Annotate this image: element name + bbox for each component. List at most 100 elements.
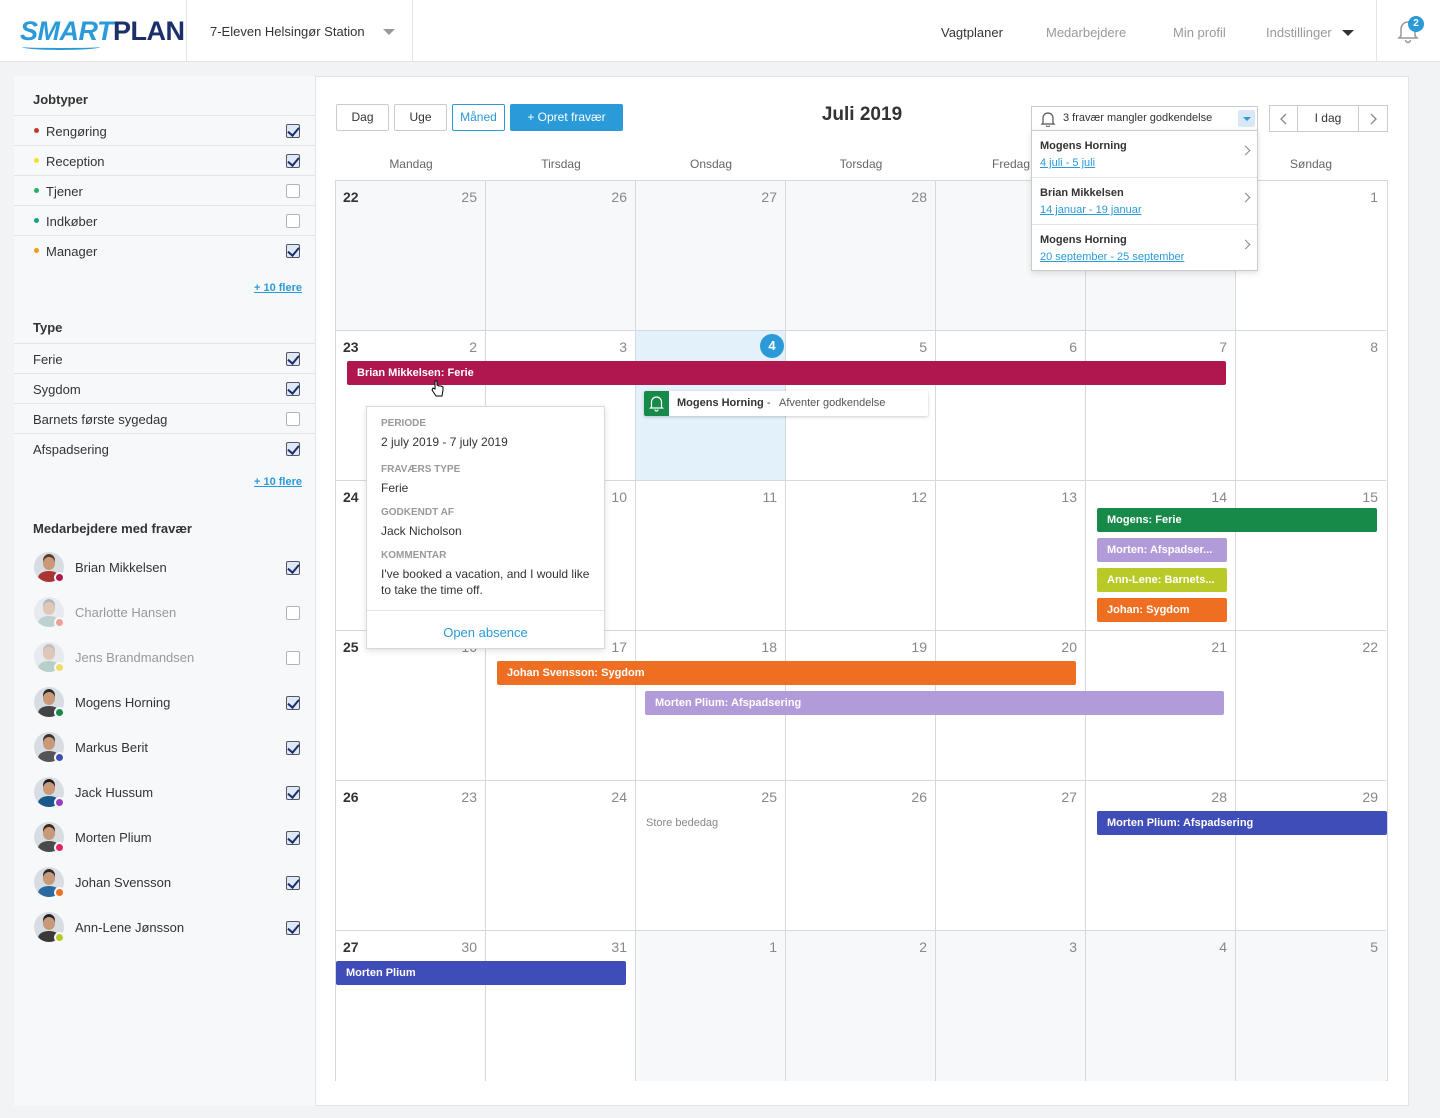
type-checkbox[interactable] bbox=[286, 442, 300, 456]
absence-event[interactable]: Morten: Afspadser... bbox=[1097, 538, 1227, 562]
employee-row[interactable]: Johan Svensson bbox=[14, 867, 315, 912]
calendar-day[interactable]: 29 bbox=[1236, 781, 1386, 931]
calendar-day[interactable]: 27 bbox=[636, 181, 786, 331]
chevron-down-icon[interactable] bbox=[1342, 30, 1354, 36]
employee-row[interactable]: Brian Mikkelsen bbox=[14, 552, 315, 597]
pending-approvals-dropdown[interactable]: 3 fravær mangler godkendelse bbox=[1031, 106, 1258, 131]
jobtype-row[interactable]: Reception bbox=[14, 145, 315, 175]
employee-checkbox[interactable] bbox=[286, 921, 300, 935]
calendar-day[interactable]: 7 bbox=[1086, 331, 1236, 481]
store-selector[interactable]: 7-Eleven Helsingør Station bbox=[210, 24, 365, 39]
jobtype-checkbox[interactable] bbox=[286, 214, 300, 228]
nav-medarbejdere[interactable]: Medarbejdere bbox=[1046, 25, 1126, 40]
calendar-day[interactable]: 2 bbox=[786, 931, 936, 1081]
jobtype-row[interactable]: Tjener bbox=[14, 175, 315, 205]
absence-event[interactable]: Ann-Lene: Barnets... bbox=[1097, 568, 1227, 592]
employee-row[interactable]: Jens Brandmandsen bbox=[14, 642, 315, 687]
absence-event[interactable]: Morten Plium: Afspadsering bbox=[645, 691, 1224, 715]
absence-event[interactable]: Brian Mikkelsen: Ferie bbox=[347, 361, 1226, 385]
calendar-day[interactable]: 1 bbox=[1236, 181, 1386, 331]
calendar-day[interactable]: 28 bbox=[786, 181, 936, 331]
calendar-day[interactable]: 25 22 bbox=[336, 181, 486, 331]
employee-checkbox[interactable] bbox=[286, 651, 300, 665]
absence-event[interactable]: Morten Plium bbox=[336, 961, 626, 985]
jobtype-row[interactable]: Manager bbox=[14, 235, 315, 265]
calendar-day[interactable]: 8 bbox=[1236, 331, 1386, 481]
calendar-day[interactable]: 1625 bbox=[336, 631, 486, 781]
view-week-button[interactable]: Uge bbox=[394, 104, 447, 131]
calendar-day[interactable]: 1 bbox=[636, 931, 786, 1081]
calendar-day[interactable]: 22 bbox=[1236, 631, 1386, 781]
calendar-day[interactable]: 4 bbox=[1086, 931, 1236, 1081]
jobtype-checkbox[interactable] bbox=[286, 244, 300, 258]
employee-checkbox[interactable] bbox=[286, 606, 300, 620]
next-month-button[interactable] bbox=[1358, 105, 1388, 132]
employee-row[interactable]: Ann-Lene Jønsson bbox=[14, 912, 315, 957]
type-checkbox[interactable] bbox=[286, 382, 300, 396]
calendar-day[interactable]: 17 bbox=[486, 631, 636, 781]
calendar-day[interactable]: 28 bbox=[1086, 781, 1236, 931]
jobtype-row[interactable]: Rengøring bbox=[14, 115, 315, 145]
nav-indstillinger[interactable]: Indstillinger bbox=[1266, 25, 1332, 40]
type-row[interactable]: Sygdom bbox=[14, 373, 315, 403]
employee-checkbox[interactable] bbox=[286, 876, 300, 890]
pending-item[interactable]: Mogens Horning 20 september - 25 septemb… bbox=[1032, 225, 1257, 272]
open-absence-button[interactable]: Open absence bbox=[367, 610, 604, 648]
view-day-button[interactable]: Dag bbox=[336, 104, 389, 131]
calendar-day[interactable]: 27 bbox=[936, 781, 1086, 931]
employee-checkbox[interactable] bbox=[286, 831, 300, 845]
type-checkbox[interactable] bbox=[286, 412, 300, 426]
pending-item[interactable]: Mogens Horning 4 juli - 5 juli bbox=[1032, 131, 1257, 178]
calendar-day[interactable]: 23 26 bbox=[336, 781, 486, 931]
calendar-day[interactable]: 26 bbox=[486, 181, 636, 331]
types-more-link[interactable]: + 10 flere bbox=[254, 476, 302, 488]
pending-item-dates[interactable]: 4 juli - 5 juli bbox=[1040, 157, 1095, 169]
jobtype-row[interactable]: Indkøber bbox=[14, 205, 315, 235]
calendar-day[interactable]: 11 bbox=[636, 481, 786, 631]
employee-row[interactable]: Jack Hussum bbox=[14, 777, 315, 822]
calendar-day[interactable]: 15 bbox=[1236, 481, 1386, 631]
jobtypes-more-link[interactable]: + 10 flere bbox=[254, 282, 302, 294]
type-row[interactable]: Ferie bbox=[14, 343, 315, 373]
calendar-day[interactable]: 31 bbox=[486, 931, 636, 1081]
view-month-button[interactable]: Måned bbox=[452, 104, 505, 131]
absence-event[interactable]: Morten Plium: Afspadsering bbox=[1097, 811, 1387, 835]
jobtype-checkbox[interactable] bbox=[286, 184, 300, 198]
pending-item-dates[interactable]: 20 september - 25 september bbox=[1040, 251, 1184, 263]
jobtype-checkbox[interactable] bbox=[286, 154, 300, 168]
calendar-day[interactable]: 25 bbox=[636, 781, 786, 931]
pending-item[interactable]: Brian Mikkelsen 14 januar - 19 januar bbox=[1032, 178, 1257, 225]
pending-absence-event[interactable]: Mogens Horning - Afventer godkendelse bbox=[644, 391, 928, 416]
notification-badge[interactable]: 2 bbox=[1408, 16, 1424, 32]
employee-checkbox[interactable] bbox=[286, 561, 300, 575]
calendar-day[interactable]: 5 bbox=[1236, 931, 1386, 1081]
employee-row[interactable]: Mogens Horning bbox=[14, 687, 315, 732]
calendar-day[interactable]: 3 bbox=[936, 931, 1086, 1081]
employee-checkbox[interactable] bbox=[286, 696, 300, 710]
employee-row[interactable]: Charlotte Hansen bbox=[14, 597, 315, 642]
employee-checkbox[interactable] bbox=[286, 786, 300, 800]
type-row[interactable]: Afspadsering bbox=[14, 433, 315, 463]
type-checkbox[interactable] bbox=[286, 352, 300, 366]
nav-vagtplaner[interactable]: Vagtplaner bbox=[941, 25, 1003, 40]
jobtype-checkbox[interactable] bbox=[286, 124, 300, 138]
calendar-day[interactable]: 26 bbox=[786, 781, 936, 931]
employee-checkbox[interactable] bbox=[286, 741, 300, 755]
nav-min-profil[interactable]: Min profil bbox=[1173, 25, 1226, 40]
absence-event[interactable]: Mogens: Ferie bbox=[1097, 508, 1377, 532]
employee-row[interactable]: Markus Berit bbox=[14, 732, 315, 777]
calendar-day[interactable]: 12 bbox=[786, 481, 936, 631]
calendar-day[interactable]: 6 bbox=[936, 331, 1086, 481]
today-button[interactable]: I dag bbox=[1297, 105, 1359, 132]
employee-row[interactable]: Morten Plium bbox=[14, 822, 315, 867]
absence-event[interactable]: Johan: Sygdom bbox=[1097, 598, 1227, 622]
smartplan-logo[interactable]: SMARTPLAN bbox=[20, 16, 185, 46]
absence-event[interactable]: Johan Svensson: Sygdom bbox=[497, 661, 1076, 685]
dropdown-toggle-icon[interactable] bbox=[1238, 110, 1255, 127]
calendar-day[interactable]: 30 27 bbox=[336, 931, 486, 1081]
type-row[interactable]: Barnets første sygedag bbox=[14, 403, 315, 433]
calendar-day[interactable]: 13 bbox=[936, 481, 1086, 631]
create-absence-button[interactable]: + Opret fravær bbox=[510, 104, 623, 131]
chevron-down-icon[interactable] bbox=[383, 29, 395, 35]
calendar-day[interactable]: 24 bbox=[486, 781, 636, 931]
